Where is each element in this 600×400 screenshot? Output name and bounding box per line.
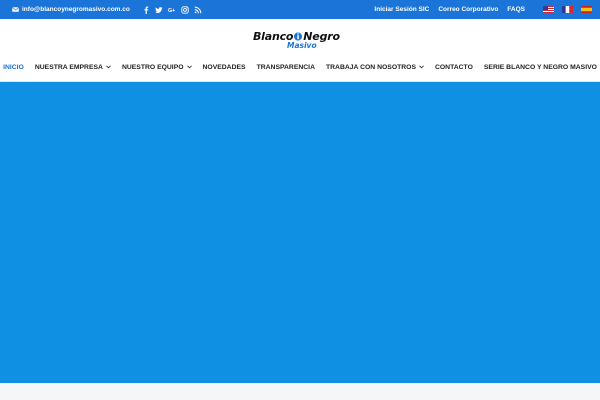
rss-icon[interactable] <box>194 5 203 14</box>
nav-item-trabaja-con-nosotros[interactable]: TRABAJA CON NOSOTROS <box>326 64 424 71</box>
hero-banner <box>0 82 600 383</box>
top-bar: info@blancoynegromasivo.com.co G+ Inicia… <box>0 0 600 19</box>
nav-item-label: TRABAJA CON NOSOTROS <box>325 63 416 71</box>
nav-item-label: NUESTRA EMPRESA <box>34 63 103 71</box>
nav-item-label: TRANSPARENCIA <box>256 63 315 71</box>
us-flag-icon[interactable] <box>543 6 554 13</box>
nav-item-nuestro-equipo[interactable]: NUESTRO EQUIPO <box>122 64 192 71</box>
nav-item-novedades[interactable]: NOVEDADES <box>203 64 246 71</box>
site-logo[interactable]: Blanco Negro Masivo <box>253 30 349 51</box>
nav-item-label: SERIE BLANCO Y NEGRO MASIVO <box>483 63 597 71</box>
email-link[interactable]: info@blancoynegromasivo.com.co <box>12 6 130 13</box>
google-plus-icon[interactable]: G+ <box>168 5 177 14</box>
logo-subtitle: Masivo <box>287 41 317 50</box>
top-bar-left: info@blancoynegromasivo.com.co G+ <box>12 5 207 14</box>
language-selector <box>535 6 592 13</box>
nav-item-label: NUESTRO EQUIPO <box>121 63 184 71</box>
site-header: Blanco Negro Masivo INICIO NUESTRA EMPRE… <box>0 19 600 82</box>
corporate-mail-link[interactable]: Correo Corporativo <box>438 6 498 13</box>
content-section-start <box>0 383 600 400</box>
social-links: G+ <box>142 5 207 14</box>
france-flag-icon[interactable] <box>562 6 573 13</box>
chevron-down-icon <box>419 65 424 69</box>
nav-item-serie-blanco-y-negro-masivo[interactable]: SERIE BLANCO Y NEGRO MASIVO <box>484 64 597 71</box>
nav-item-contacto[interactable]: CONTACTO <box>435 64 473 71</box>
login-sic-link[interactable]: Iniciar Sesión SIC <box>374 6 429 13</box>
faqs-link[interactable]: FAQS <box>507 6 525 13</box>
chevron-down-icon <box>186 65 192 69</box>
email-text: info@blancoynegromasivo.com.co <box>22 6 130 13</box>
instagram-icon[interactable] <box>181 5 190 14</box>
facebook-icon[interactable] <box>142 5 151 14</box>
nav-item-transparencia[interactable]: TRANSPARENCIA <box>257 64 315 71</box>
logo-i-emblem-icon <box>294 32 303 40</box>
spain-flag-icon[interactable] <box>581 6 592 13</box>
nav-item-label: INICIO <box>3 63 24 71</box>
chevron-down-icon <box>106 65 111 69</box>
nav-item-label: NOVEDADES <box>202 63 246 71</box>
nav-item-label: CONTACTO <box>434 63 473 71</box>
top-bar-right: Iniciar Sesión SIC Correo Corporativo FA… <box>365 6 592 13</box>
twitter-icon[interactable] <box>155 5 164 14</box>
envelope-icon <box>12 7 19 12</box>
svg-text:G+: G+ <box>168 8 175 14</box>
nav-item-nuestra-empresa[interactable]: NUESTRA EMPRESA <box>35 64 111 71</box>
nav-item-inicio[interactable]: INICIO <box>3 64 24 71</box>
main-nav: INICIO NUESTRA EMPRESA NUESTRO EQUIPO NO… <box>0 60 600 74</box>
